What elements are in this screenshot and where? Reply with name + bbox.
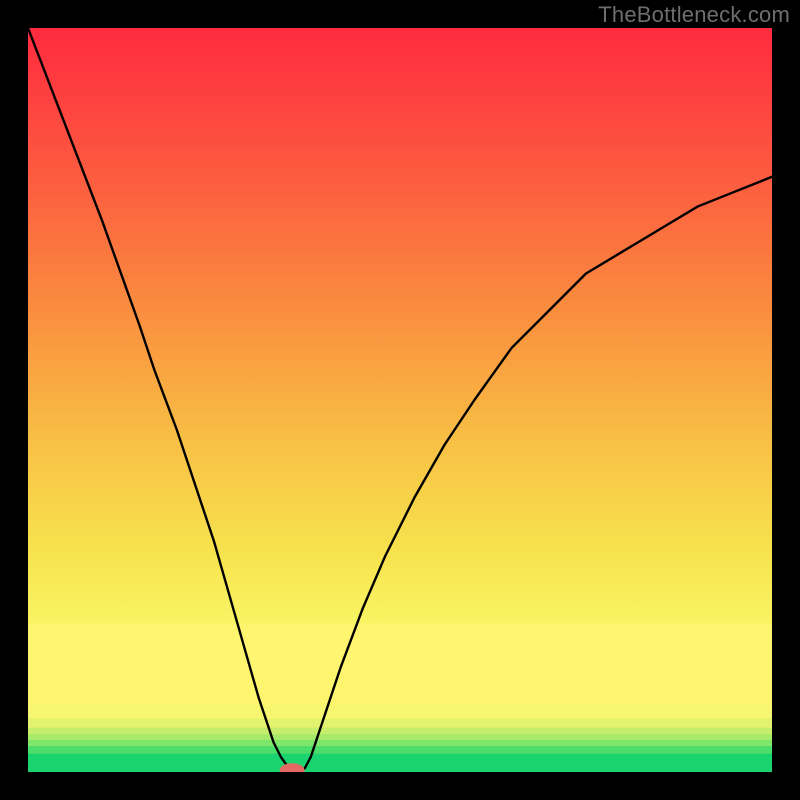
- bottleneck-chart: [0, 0, 800, 800]
- watermark-text: TheBottleneck.com: [598, 2, 790, 28]
